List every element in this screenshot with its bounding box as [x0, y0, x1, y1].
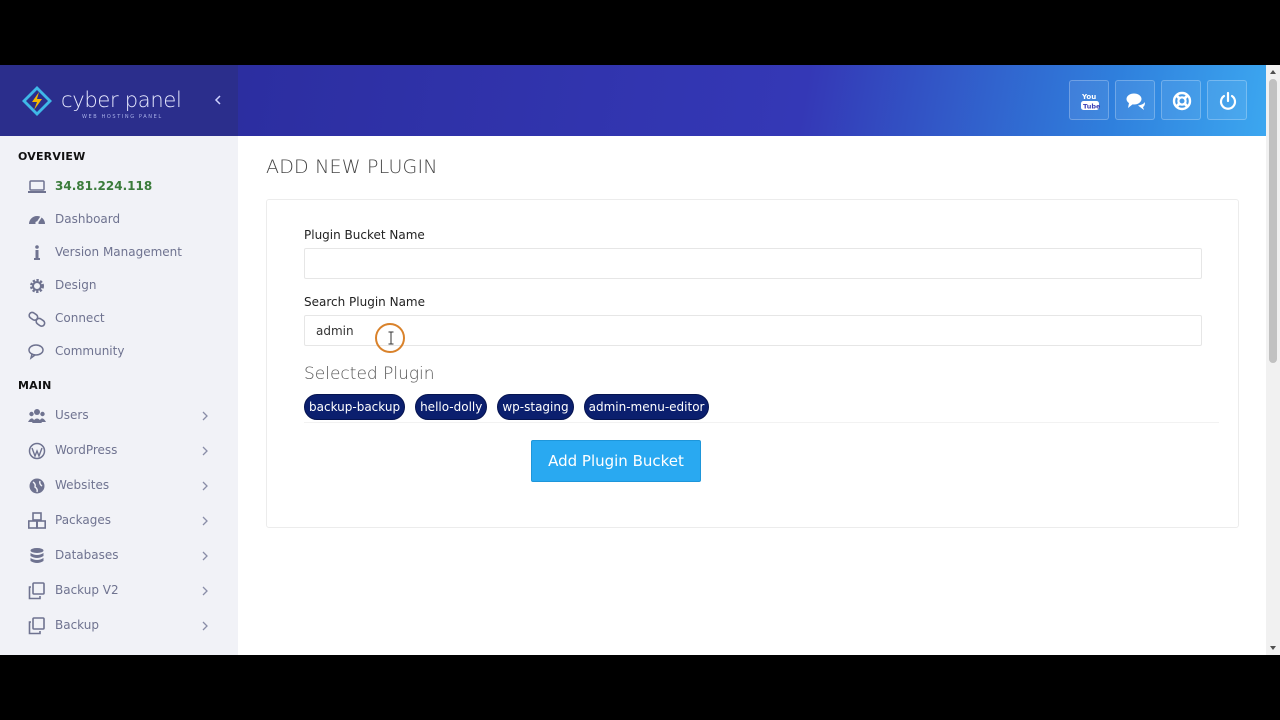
svg-text:You: You [1081, 93, 1096, 101]
collapse-sidebar-chevron-icon[interactable] [212, 92, 224, 108]
chat-button[interactable] [1115, 80, 1155, 120]
sidebar-item-label: 34.81.224.118 [55, 179, 153, 193]
text-cursor-icon [388, 331, 394, 345]
globe-icon [29, 478, 45, 494]
scroll-thumb[interactable] [1269, 79, 1277, 363]
lifebuoy-icon [1172, 91, 1192, 111]
monitor-icon [28, 180, 46, 193]
sidebar-item-label: WordPress [55, 443, 118, 457]
bucket-name-input[interactable] [304, 248, 1202, 279]
sidebar: cyber panel WEB HOSTING PANEL OVERVIEW 3… [0, 65, 238, 655]
chevron-right-icon [202, 481, 208, 491]
search-plugin-label: Search Plugin Name [304, 295, 425, 309]
chevron-right-icon [202, 446, 208, 456]
chevron-right-icon [202, 516, 208, 526]
sidebar-item-label: Design [55, 278, 97, 292]
sidebar-item-dashboard[interactable]: Dashboard [0, 204, 238, 236]
sidebar-item-design[interactable]: Design [0, 270, 238, 302]
brand-name: cyber panel [61, 88, 182, 112]
sidebar-item-connect[interactable]: Connect [0, 303, 238, 335]
chevron-right-icon [202, 551, 208, 561]
cubes-icon [28, 512, 46, 529]
brand-tagline: WEB HOSTING PANEL [82, 114, 163, 120]
add-plugin-card: Plugin Bucket Name Search Plugin Name Se… [266, 199, 1239, 528]
top-header: You Tube [238, 65, 1266, 136]
app-screen: cyber panel WEB HOSTING PANEL OVERVIEW 3… [0, 65, 1280, 655]
info-icon [34, 245, 40, 260]
cyberpanel-logo-icon [22, 86, 52, 116]
add-plugin-bucket-button[interactable]: Add Plugin Bucket [531, 440, 701, 482]
sidebar-item-backup-v2[interactable]: Backup V2 [0, 575, 238, 607]
plugin-chip[interactable]: hello-dolly [415, 394, 488, 420]
main-section-title: MAIN [18, 379, 52, 392]
plugin-chip[interactable]: backup-backup [304, 394, 406, 420]
sidebar-item-label: Connect [55, 311, 105, 325]
sidebar-item-ip[interactable]: 34.81.224.118 [0, 171, 238, 203]
page-title: ADD NEW PLUGIN [266, 156, 438, 178]
link-icon [28, 311, 46, 327]
sidebar-item-label: Backup V2 [55, 583, 119, 597]
gear-icon [30, 279, 44, 293]
bucket-name-label: Plugin Bucket Name [304, 228, 425, 242]
sidebar-item-users[interactable]: Users [0, 400, 238, 432]
sidebar-item-version-management[interactable]: Version Management [0, 237, 238, 269]
dashboard-gauge-icon [29, 216, 45, 225]
clone-icon [28, 582, 45, 600]
sidebar-item-websites[interactable]: Websites [0, 470, 238, 502]
sidebar-item-packages[interactable]: Packages [0, 505, 238, 537]
users-icon [28, 409, 46, 423]
selected-plugin-heading: Selected Plugin [304, 364, 435, 384]
sidebar-item-label: Websites [55, 478, 110, 492]
plugin-chip[interactable]: admin-menu-editor [583, 394, 710, 420]
sidebar-item-wordpress[interactable]: WordPress [0, 435, 238, 467]
sidebar-item-community[interactable]: Community [0, 336, 238, 368]
youtube-button[interactable]: You Tube [1069, 80, 1109, 120]
sidebar-item-label: Community [55, 344, 125, 358]
power-icon [1219, 91, 1237, 110]
chevron-right-icon [202, 586, 208, 596]
support-button[interactable] [1161, 80, 1201, 120]
page-scrollbar[interactable] [1266, 65, 1280, 655]
sidebar-item-databases[interactable]: Databases [0, 540, 238, 572]
sidebar-item-label: Dashboard [55, 212, 121, 226]
logout-button[interactable] [1207, 80, 1247, 120]
plugin-chip[interactable]: wp-staging [497, 394, 574, 420]
overview-section-title: OVERVIEW [18, 150, 86, 163]
scroll-down-arrow-icon[interactable] [1269, 644, 1277, 652]
youtube-icon: You Tube [1081, 93, 1100, 111]
sidebar-item-label: Version Management [55, 245, 182, 259]
comments-icon [28, 344, 44, 360]
sidebar-item-label: Packages [55, 513, 111, 527]
clone-icon [28, 617, 45, 635]
divider [304, 422, 1219, 423]
chevron-right-icon [202, 621, 208, 631]
svg-text:Tube: Tube [1083, 103, 1100, 111]
sidebar-item-label: Backup [55, 618, 99, 632]
wordpress-icon [28, 442, 46, 460]
sidebar-item-label: Users [55, 408, 89, 422]
chat-icon [1126, 93, 1145, 110]
selected-plugin-list: backup-backup hello-dolly wp-staging adm… [304, 394, 710, 420]
scroll-up-arrow-icon[interactable] [1269, 68, 1277, 76]
chevron-right-icon [202, 411, 208, 421]
sidebar-item-label: Databases [55, 548, 119, 562]
database-icon [30, 548, 44, 563]
brand-header: cyber panel WEB HOSTING PANEL [0, 65, 238, 136]
sidebar-item-backup[interactable]: Backup [0, 610, 238, 642]
search-plugin-input[interactable] [304, 315, 1202, 346]
